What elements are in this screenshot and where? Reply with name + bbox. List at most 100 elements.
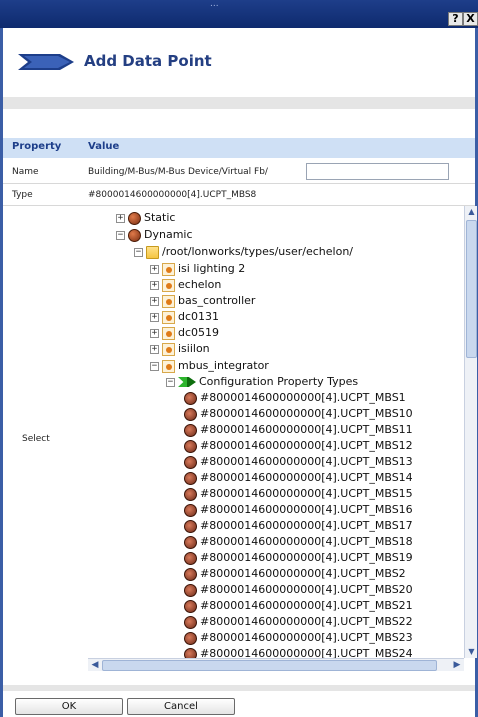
type-icon	[184, 567, 197, 581]
column-header-property: Property	[12, 141, 62, 152]
collapse-icon[interactable]: −	[150, 361, 159, 371]
arrow-icon	[18, 54, 74, 70]
vertical-scroll-thumb[interactable]	[466, 220, 477, 358]
tree-node-label: Dynamic	[144, 228, 193, 241]
tree-node-child[interactable]: + dc0519	[150, 325, 219, 340]
tree-node-type[interactable]: #8000014600000000[4].UCPT_MBS21	[184, 598, 413, 613]
close-button[interactable]: X	[463, 12, 478, 26]
scroll-down-icon[interactable]: ▼	[466, 646, 477, 658]
type-icon	[184, 455, 197, 469]
tree-node-label: #8000014600000000[4].UCPT_MBS12	[200, 439, 413, 452]
tree-node-type[interactable]: #8000014600000000[4].UCPT_MBS15	[184, 486, 413, 501]
tree-node-label: mbus_integrator	[178, 359, 269, 372]
tree-node-dynamic[interactable]: − Dynamic	[116, 227, 193, 242]
tree-node-label: bas_controller	[178, 294, 256, 307]
tree-node-child[interactable]: + isi lighting 2	[150, 261, 245, 276]
tree-node-label: #8000014600000000[4].UCPT_MBS17	[200, 519, 413, 532]
tree-node-cp-types[interactable]: − Configuration Property Types	[166, 374, 358, 389]
type-tree[interactable]: + Static − Dynamic −/root/lonworks/types/u…	[88, 206, 477, 672]
name-label: Name	[12, 167, 39, 177]
tree-node-label: #8000014600000000[4].UCPT_MBS2	[200, 567, 406, 580]
tree-node-label: #8000014600000000[4].UCPT_MBS13	[200, 455, 413, 468]
type-icon	[184, 487, 197, 501]
tree-node-static[interactable]: + Static	[116, 210, 175, 225]
tree-node-label: #8000014600000000[4].UCPT_MBS10	[200, 407, 413, 420]
tree-node-child[interactable]: + isiilon	[150, 341, 210, 356]
tree-node-type[interactable]: #8000014600000000[4].UCPT_MBS20	[184, 582, 413, 597]
type-icon	[184, 391, 197, 405]
tree-node-type[interactable]: #8000014600000000[4].UCPT_MBS14	[184, 470, 413, 485]
tree-node-type[interactable]: #8000014600000000[4].UCPT_MBS10	[184, 406, 413, 421]
scroll-left-icon[interactable]: ◀	[89, 659, 101, 671]
tree-node-label: isi lighting 2	[178, 262, 246, 275]
expand-icon[interactable]: +	[150, 280, 159, 290]
tree-node-type[interactable]: #8000014600000000[4].UCPT_MBS16	[184, 502, 413, 517]
tree-node-type[interactable]: #8000014600000000[4].UCPT_MBS13	[184, 454, 413, 469]
type-icon	[184, 615, 197, 629]
tree-node-child[interactable]: + bas_controller	[150, 293, 255, 308]
cancel-button[interactable]: Cancel	[127, 698, 235, 715]
tree-node-label: #8000014600000000[4].UCPT_MBS1	[200, 391, 406, 404]
tree-node-label: #8000014600000000[4].UCPT_MBS16	[200, 503, 413, 516]
type-icon	[184, 551, 197, 565]
tree-node-label: #8000014600000000[4].UCPT_MBS23	[200, 631, 413, 644]
tree-node-type[interactable]: #8000014600000000[4].UCPT_MBS23	[184, 630, 413, 645]
tree-node-type[interactable]: #8000014600000000[4].UCPT_MBS19	[184, 550, 413, 565]
tree-node-type[interactable]: #8000014600000000[4].UCPT_MBS22	[184, 614, 413, 629]
table-header: Property Value	[3, 138, 475, 158]
expand-icon[interactable]: +	[150, 264, 159, 274]
globe-icon	[128, 228, 141, 242]
tree-node-type[interactable]: #8000014600000000[4].UCPT_MBS17	[184, 518, 413, 533]
type-value: #8000014600000000[4].UCPT_MBS8	[88, 190, 257, 200]
type-icon	[184, 583, 197, 597]
tree-node-label: #8000014600000000[4].UCPT_MBS18	[200, 535, 413, 548]
program-icon	[162, 294, 175, 308]
tree-node-label: #8000014600000000[4].UCPT_MBS21	[200, 599, 413, 612]
tree-node-type[interactable]: #8000014600000000[4].UCPT_MBS1	[184, 390, 406, 405]
type-icon	[184, 439, 197, 453]
expand-icon[interactable]: +	[150, 312, 159, 322]
expand-icon[interactable]: +	[116, 213, 125, 223]
horizontal-scrollbar[interactable]: ◀ ▶	[88, 658, 464, 671]
tree-node-label: #8000014600000000[4].UCPT_MBS19	[200, 551, 413, 564]
tree-node-label: dc0519	[178, 326, 220, 339]
scroll-right-icon[interactable]: ▶	[451, 659, 463, 671]
expand-icon[interactable]: +	[150, 344, 159, 354]
type-icon	[184, 519, 197, 533]
program-icon	[162, 326, 175, 340]
collapse-icon[interactable]: −	[116, 230, 125, 240]
vertical-scrollbar[interactable]: ▲ ▼	[464, 206, 477, 658]
tree-node-label: #8000014600000000[4].UCPT_MBS20	[200, 583, 413, 596]
program-icon	[162, 359, 175, 373]
tree-node-root-path[interactable]: − /root/lonworks/types/user/echelon/	[134, 244, 353, 259]
scroll-up-icon[interactable]: ▲	[466, 206, 477, 218]
tree-node-child[interactable]: + dc0131	[150, 309, 219, 324]
tree-node-label: Static	[144, 211, 176, 224]
collapse-icon[interactable]: −	[166, 377, 175, 387]
expand-icon[interactable]: +	[150, 296, 159, 306]
name-row: Name Building/M-Bus/M-Bus Device/Virtual…	[3, 160, 475, 184]
help-button[interactable]: ?	[448, 12, 463, 26]
type-icon	[184, 631, 197, 645]
select-label: Select	[22, 434, 50, 444]
tree-node-type[interactable]: #8000014600000000[4].UCPT_MBS11	[184, 422, 413, 437]
window-title: ...	[210, 0, 219, 9]
collapse-icon[interactable]: −	[134, 247, 143, 257]
tree-node-child[interactable]: − mbus_integrator	[150, 358, 269, 373]
expand-icon[interactable]: +	[150, 328, 159, 338]
tree-node-label: #8000014600000000[4].UCPT_MBS15	[200, 487, 413, 500]
tree-node-type[interactable]: #8000014600000000[4].UCPT_MBS12	[184, 438, 413, 453]
ok-button[interactable]: OK	[15, 698, 123, 715]
tree-node-label: #8000014600000000[4].UCPT_MBS22	[200, 615, 413, 628]
tree-node-label: isiilon	[178, 342, 210, 355]
type-icon	[184, 503, 197, 517]
type-icon	[184, 407, 197, 421]
type-row: Type #8000014600000000[4].UCPT_MBS8	[3, 184, 475, 206]
config-property-icon	[178, 377, 196, 387]
tree-node-child[interactable]: + echelon	[150, 277, 221, 292]
horizontal-scroll-thumb[interactable]	[102, 660, 437, 671]
program-icon	[162, 342, 175, 356]
tree-node-type[interactable]: #8000014600000000[4].UCPT_MBS2	[184, 566, 406, 581]
tree-node-type[interactable]: #8000014600000000[4].UCPT_MBS18	[184, 534, 413, 549]
name-input[interactable]	[306, 163, 449, 180]
